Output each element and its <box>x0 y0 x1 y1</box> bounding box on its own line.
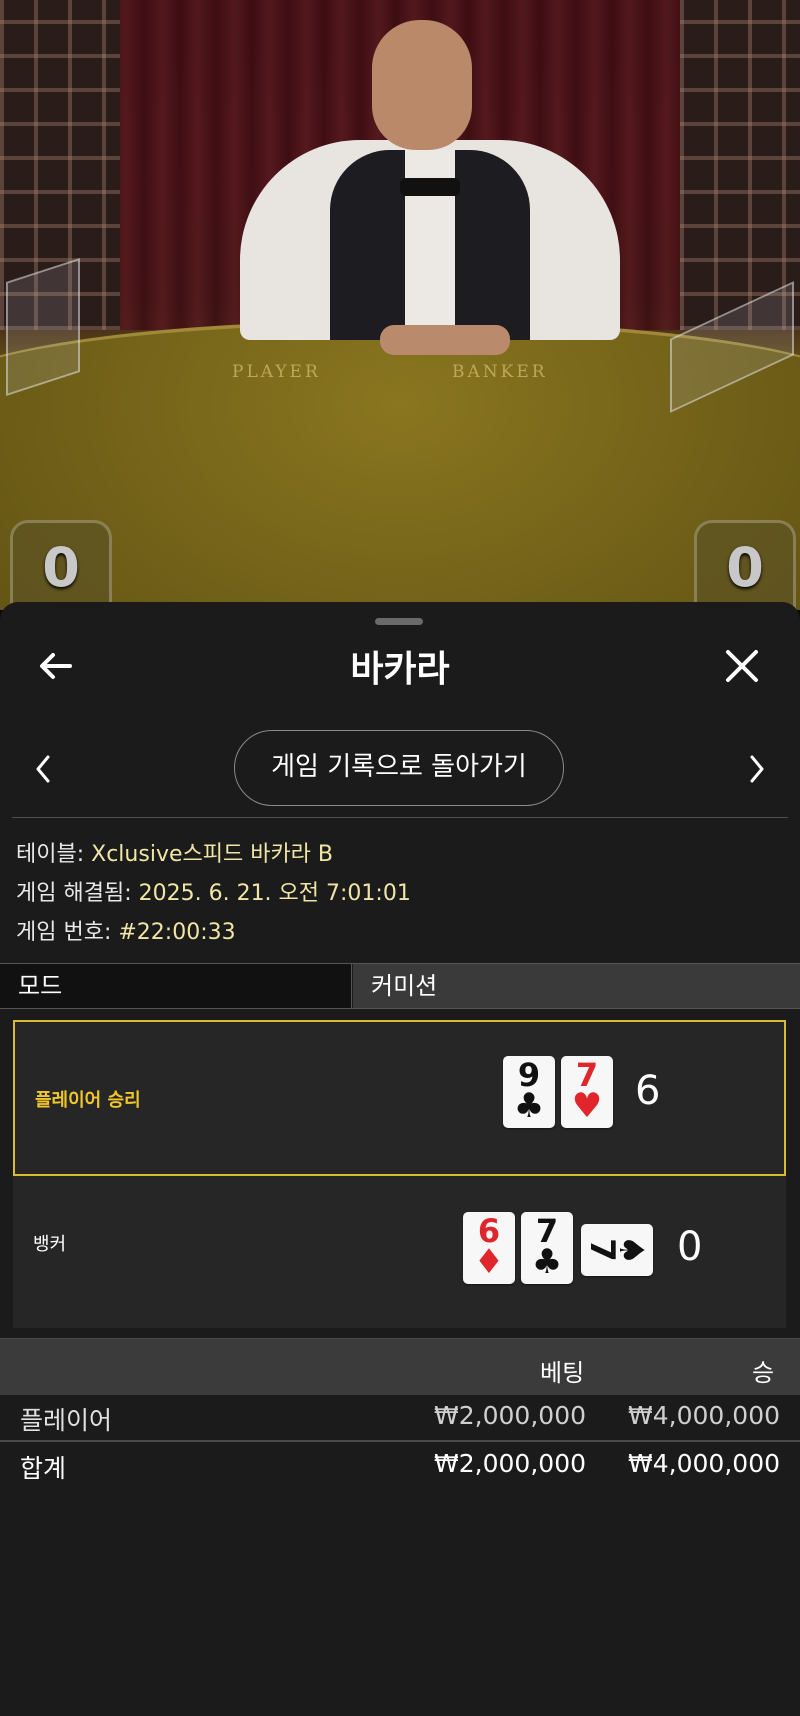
tab-commission[interactable]: 커미션 <box>353 964 800 1008</box>
info-resolved: 게임 해결됨: 2025. 6. 21. 오전 7:01:01 <box>16 875 411 907</box>
dealer-head <box>372 20 472 150</box>
playing-card-sideways: 7 ♠ <box>581 1224 653 1276</box>
playing-card: 6 ♦ <box>463 1212 515 1284</box>
banker-result-row: 뱅커 6 ♦ 7 ♣ 7 ♠ 0 <box>13 1176 786 1328</box>
chevron-right-icon[interactable] <box>744 752 770 786</box>
close-icon[interactable] <box>722 646 762 686</box>
total-row: 합계 ₩2,000,000 ₩4,000,000 <box>0 1443 800 1489</box>
banker-hand-score: 0 <box>677 1224 703 1270</box>
bet-name: 플레이어 <box>20 1406 113 1435</box>
bets-table-header: 베팅 승 <box>0 1338 800 1395</box>
info-resolved-label: 게임 해결됨: <box>16 881 139 906</box>
player-score-display: 0 <box>10 520 112 610</box>
divider <box>0 1440 800 1442</box>
felt-label-banker: BANKER <box>452 362 548 382</box>
info-resolved-value: 2025. 6. 21. 오전 7:01:01 <box>138 881 411 906</box>
playing-card: 7 ♣ <box>521 1212 573 1284</box>
info-number-value: #22:00:33 <box>118 920 236 945</box>
column-header-bet: 베팅 <box>540 1359 585 1387</box>
banker-score-display: 0 <box>694 520 796 610</box>
table-row: 플레이어 ₩2,000,000 ₩4,000,000 <box>0 1395 800 1441</box>
dealer-bowtie <box>400 178 460 196</box>
playing-card: 9 ♣ <box>503 1056 555 1128</box>
lattice-right-decor <box>680 0 800 330</box>
page-title: 바카라 <box>350 649 450 690</box>
info-table-value: Xclusive스피드 바카라 B <box>91 842 334 867</box>
club-suit-icon: ♣ <box>513 1086 545 1126</box>
player-hand-score: 6 <box>635 1068 661 1114</box>
dealer-hands <box>380 325 510 355</box>
divider <box>12 817 788 818</box>
win-amount: ₩4,000,000 <box>628 1401 780 1430</box>
total-bet-amount: ₩2,000,000 <box>434 1449 586 1478</box>
player-result-row: 플레이어 승리 9 ♣ 7 ♥ 6 <box>13 1020 786 1176</box>
column-header-win: 승 <box>752 1359 775 1387</box>
info-number-label: 게임 번호: <box>16 920 119 945</box>
live-video-feed: PLAYER BANKER 0 0 <box>0 0 800 610</box>
card-shoe-left <box>6 257 80 397</box>
info-game-number: 게임 번호: #22:00:33 <box>16 914 236 946</box>
chevron-left-icon[interactable] <box>30 752 56 786</box>
mode-commission-tabs: 모드 커미션 <box>0 963 800 1009</box>
total-win-amount: ₩4,000,000 <box>628 1449 780 1478</box>
info-table-label: 테이블: <box>16 842 92 867</box>
playing-card: 7 ♥ <box>561 1056 613 1128</box>
total-label: 합계 <box>20 1454 67 1483</box>
club-suit-icon: ♣ <box>531 1242 563 1282</box>
sheet-drag-handle[interactable] <box>375 618 423 625</box>
bet-amount: ₩2,000,000 <box>434 1401 586 1430</box>
heart-suit-icon: ♥ <box>571 1086 603 1126</box>
spade-suit-icon: ♠ <box>611 1234 651 1266</box>
info-table: 테이블: Xclusive스피드 바카라 B <box>16 836 333 868</box>
tab-mode[interactable]: 모드 <box>0 964 352 1008</box>
player-win-label: 플레이어 승리 <box>35 1090 141 1111</box>
banker-label: 뱅커 <box>33 1234 67 1255</box>
diamond-suit-icon: ♦ <box>473 1242 505 1282</box>
back-to-history-button[interactable]: 게임 기록으로 돌아가기 <box>234 730 564 806</box>
game-history-sheet: 바카라 게임 기록으로 돌아가기 테이블: Xclusive스피드 바카라 B … <box>0 602 800 1716</box>
felt-label-player: PLAYER <box>232 362 321 382</box>
